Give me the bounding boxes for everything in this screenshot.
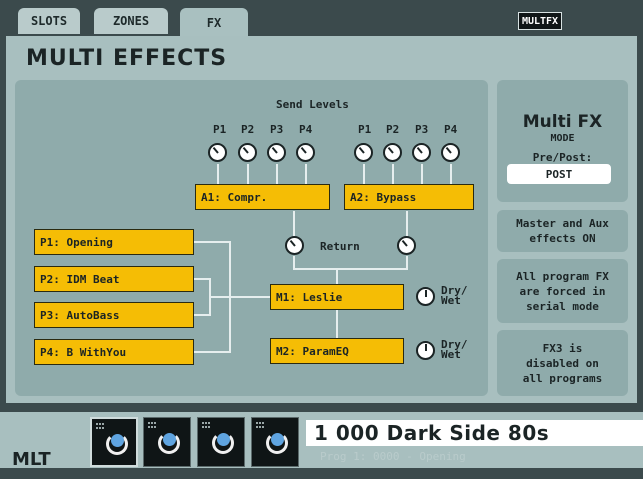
send-knob-b-p1[interactable] [354, 143, 373, 162]
wire [217, 164, 219, 184]
wire [194, 241, 230, 243]
send-label-b-p4: P4 [444, 123, 458, 136]
info-line: all programs [522, 371, 603, 385]
mode-badge: MULTFX [518, 12, 562, 30]
wire [194, 351, 230, 353]
send-label-b-p2: P2 [386, 123, 400, 136]
return-label: Return [320, 240, 360, 253]
aux-slot-a1[interactable]: A1: Compr. [195, 184, 330, 210]
info-line: All program FX [516, 269, 609, 283]
wire [421, 164, 423, 184]
master-slot-m1[interactable]: M1: Leslie [270, 284, 404, 310]
send-label-b-p1: P1 [358, 123, 372, 136]
info-line: serial mode [526, 299, 599, 313]
program-slot-p2[interactable]: P2: IDM Beat [34, 266, 194, 292]
send-label-a-p4: P4 [299, 123, 313, 136]
wire [194, 314, 210, 316]
program-slot-p3[interactable]: P3: AutoBass [34, 302, 194, 328]
mode-title: Multi FX [522, 112, 603, 132]
mode-subtitle: MODE [550, 133, 575, 144]
grip-icon [148, 422, 156, 428]
slot-dot-icon [271, 433, 284, 446]
info-line: FX3 is [542, 341, 583, 355]
slot-selector-4[interactable] [251, 417, 299, 467]
send-label-a-p2: P2 [241, 123, 255, 136]
send-label-a-p3: P3 [270, 123, 284, 136]
program-slot-p1[interactable]: P1: Opening [34, 229, 194, 255]
send-knob-a-p3[interactable] [267, 143, 286, 162]
master-slot-m2[interactable]: M2: ParamEQ [270, 338, 404, 364]
wire [276, 164, 278, 184]
prepost-label: Pre/Post: [532, 151, 593, 164]
wire [336, 268, 338, 284]
tab-fx[interactable]: FX [180, 8, 248, 38]
send-knob-b-p2[interactable] [383, 143, 402, 162]
drywet-label-m1: Dry/ Wet [441, 285, 468, 307]
send-knob-a-p2[interactable] [238, 143, 257, 162]
info-box-fx3: FX3 is disabled on all programs [497, 330, 628, 396]
slot-dot-icon [217, 433, 230, 446]
send-label-a-p1: P1 [213, 123, 227, 136]
send-knob-b-p4[interactable] [441, 143, 460, 162]
info-box-master-aux: Master and Aux effects ON [497, 210, 628, 252]
drywet-label-m2: Dry/ Wet [441, 339, 468, 361]
send-knob-a-p1[interactable] [208, 143, 227, 162]
wire [363, 164, 365, 184]
drywet-knob-m2[interactable] [416, 341, 435, 360]
info-line: are forced in [519, 284, 606, 298]
wire [336, 310, 338, 338]
wire [406, 211, 408, 236]
wire [247, 164, 249, 184]
drywet-knob-m1[interactable] [416, 287, 435, 306]
tab-slots[interactable]: SLOTS [18, 8, 80, 34]
info-line: disabled on [526, 356, 599, 370]
wire [392, 164, 394, 184]
info-line: effects ON [529, 232, 596, 245]
tab-zones[interactable]: ZONES [94, 8, 168, 34]
program-slot-p4[interactable]: P4: B WithYou [34, 339, 194, 365]
slot-selector-3[interactable] [197, 417, 245, 467]
program-name[interactable]: 1 000 Dark Side 80s [306, 420, 643, 446]
mlt-label: MLT [12, 449, 51, 470]
drywet-label-line-2: Wet [441, 294, 461, 307]
send-levels-title: Send Levels [276, 98, 349, 111]
info-line: Master and Aux [516, 217, 609, 230]
wire [293, 268, 408, 270]
wire [194, 278, 210, 280]
prepost-select[interactable]: POST [507, 164, 611, 184]
send-knob-b-p3[interactable] [412, 143, 431, 162]
page-title: MULTI EFFECTS [26, 46, 228, 71]
grip-icon [202, 422, 210, 428]
wire [450, 164, 452, 184]
info-box-serial-mode: All program FX are forced in serial mode [497, 259, 628, 323]
slot-dot-icon [163, 433, 176, 446]
grip-icon [96, 423, 104, 429]
slot-selector-2[interactable] [143, 417, 191, 467]
return-knob-a2[interactable] [397, 236, 416, 255]
slot-selector-1[interactable] [90, 417, 138, 467]
aux-slot-a2[interactable]: A2: Bypass [344, 184, 474, 210]
wire [209, 296, 271, 298]
send-label-b-p3: P3 [415, 123, 429, 136]
screen: SLOTS ZONES FX MULTFX MULTI EFFECTS Send… [0, 0, 643, 479]
send-knob-a-p4[interactable] [296, 143, 315, 162]
slot-dot-icon [111, 434, 124, 447]
wire [305, 164, 307, 184]
program-subtitle: Prog 1: 0000 - Opening [320, 450, 466, 463]
return-knob-a1[interactable] [285, 236, 304, 255]
wire [293, 211, 295, 236]
drywet-label-line-2: Wet [441, 348, 461, 361]
grip-icon [256, 422, 264, 428]
